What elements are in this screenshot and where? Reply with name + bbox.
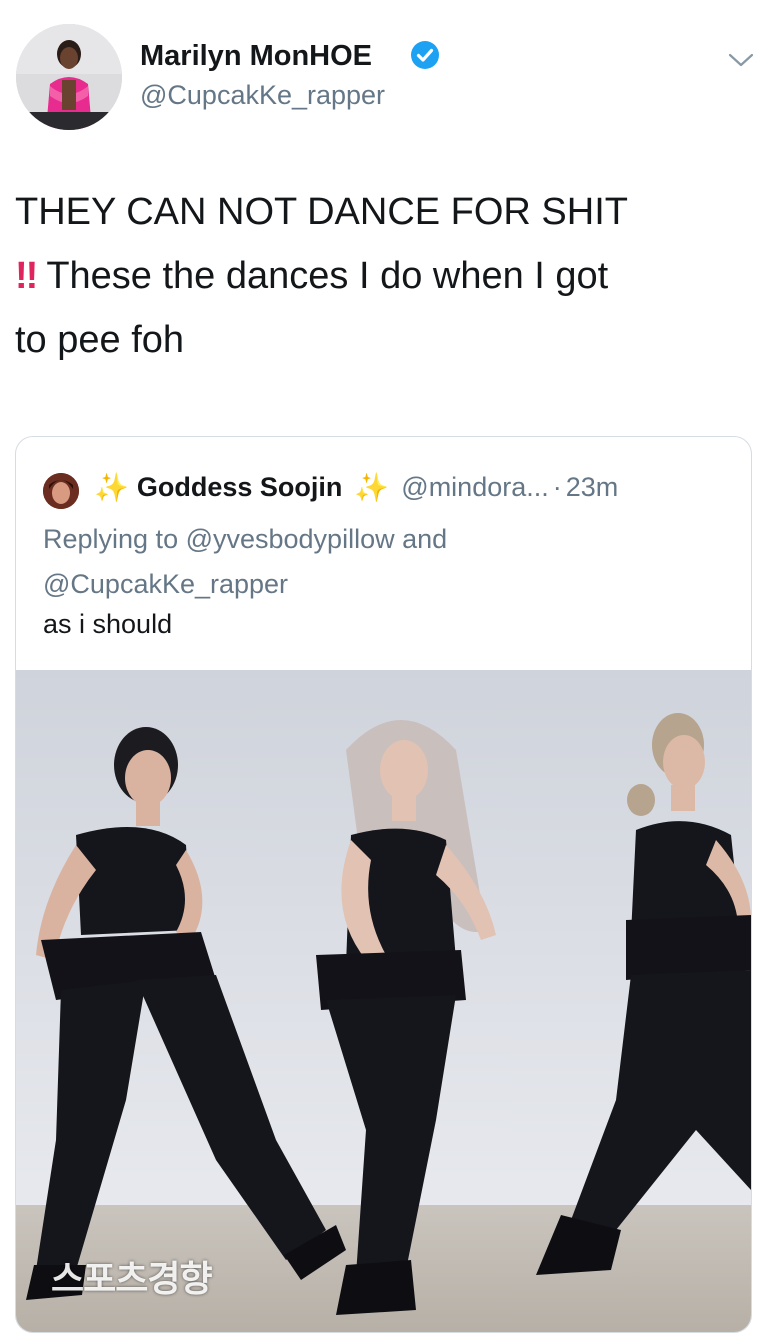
tweet-text-line-part: These the dances I do when I got xyxy=(46,255,609,297)
tweet-text-line: to pee foh xyxy=(15,319,185,361)
quoted-avatar-image xyxy=(43,473,79,509)
quoted-author-name: Goddess Soojin xyxy=(136,471,343,502)
sparkle-icon: ✨ xyxy=(354,471,390,503)
media-watermark: 스포츠경향 xyxy=(51,1259,213,1300)
quoted-author-avatar xyxy=(43,473,79,509)
author-handle[interactable]: @CupcakKe_rapper xyxy=(140,80,385,111)
sparkle-icon: ✨ xyxy=(94,471,129,503)
dance-video-frame xyxy=(16,670,751,1332)
author-name[interactable]: Marilyn MonHOE xyxy=(140,40,372,73)
quoted-timestamp: 23m xyxy=(565,471,619,502)
tweet-text-line: !! These the dances I do when I got xyxy=(15,244,755,308)
quoted-tweet-header: ✨ Goddess Soojin ✨ @mindora... · 23m xyxy=(94,467,618,507)
chevron-down-icon[interactable] xyxy=(726,50,756,70)
replying-to: Replying to @yvesbodypillow and @CupcakK… xyxy=(43,517,733,607)
tweet-text-line: THEY CAN NOT DANCE FOR SHIT xyxy=(15,191,628,233)
separator-dot: · xyxy=(552,471,562,502)
quoted-video[interactable]: 스포츠경향 xyxy=(16,670,751,1332)
double-exclamation-emoji: !! xyxy=(15,255,38,297)
tweet-page: Marilyn MonHOE @CupcakKe_rapper THEY CAN… xyxy=(0,0,780,1340)
replying-to-line: @CupcakKe_rapper xyxy=(43,569,289,599)
quoted-tweet-card[interactable]: ✨ Goddess Soojin ✨ @mindora... · 23m Rep… xyxy=(15,436,752,1333)
quoted-author-handle: @mindora... xyxy=(401,471,549,502)
tweet-text: THEY CAN NOT DANCE FOR SHIT !! These the … xyxy=(15,180,755,372)
replying-to-line: Replying to @yvesbodypillow and xyxy=(43,524,448,554)
author-avatar[interactable] xyxy=(16,24,122,130)
verified-badge-icon xyxy=(411,41,439,69)
quoted-tweet-text: as i should xyxy=(43,609,173,639)
avatar-image xyxy=(16,24,122,130)
